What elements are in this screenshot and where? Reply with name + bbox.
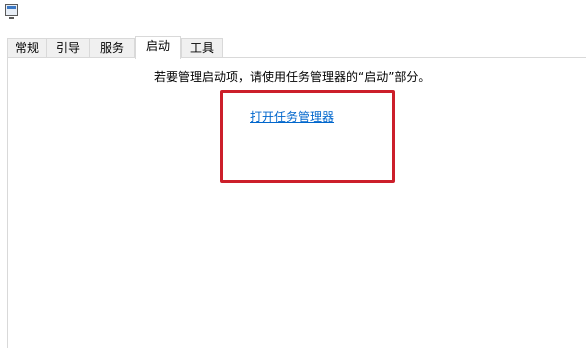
highlight-annotation	[220, 90, 395, 183]
tab-tools[interactable]: 工具	[181, 38, 223, 58]
startup-tab-panel: 若要管理启动项，请使用任务管理器的“启动”部分。 打开任务管理器	[7, 57, 586, 348]
tab-services-label: 服务	[99, 41, 124, 55]
title-bar	[0, 0, 586, 30]
tab-startup[interactable]: 启动	[135, 36, 181, 59]
open-task-manager-link[interactable]: 打开任务管理器	[250, 108, 334, 125]
tab-strip: 常规 引导 服务 启动 工具	[0, 36, 586, 59]
tab-tools-label: 工具	[189, 41, 214, 55]
tab-boot[interactable]: 引导	[46, 38, 90, 58]
tab-general[interactable]: 常规	[7, 38, 47, 58]
system-configuration-window: 常规 引导 服务 启动 工具 若要管理启动项，请使用任务管理器的“启动”部分。 …	[0, 0, 586, 348]
msconfig-icon	[5, 4, 18, 19]
tab-services[interactable]: 服务	[89, 38, 135, 58]
tab-boot-label: 引导	[55, 41, 80, 55]
tab-general-label: 常规	[14, 41, 39, 55]
tab-startup-label: 启动	[145, 39, 170, 53]
startup-message: 若要管理启动项，请使用任务管理器的“启动”部分。	[154, 70, 431, 84]
